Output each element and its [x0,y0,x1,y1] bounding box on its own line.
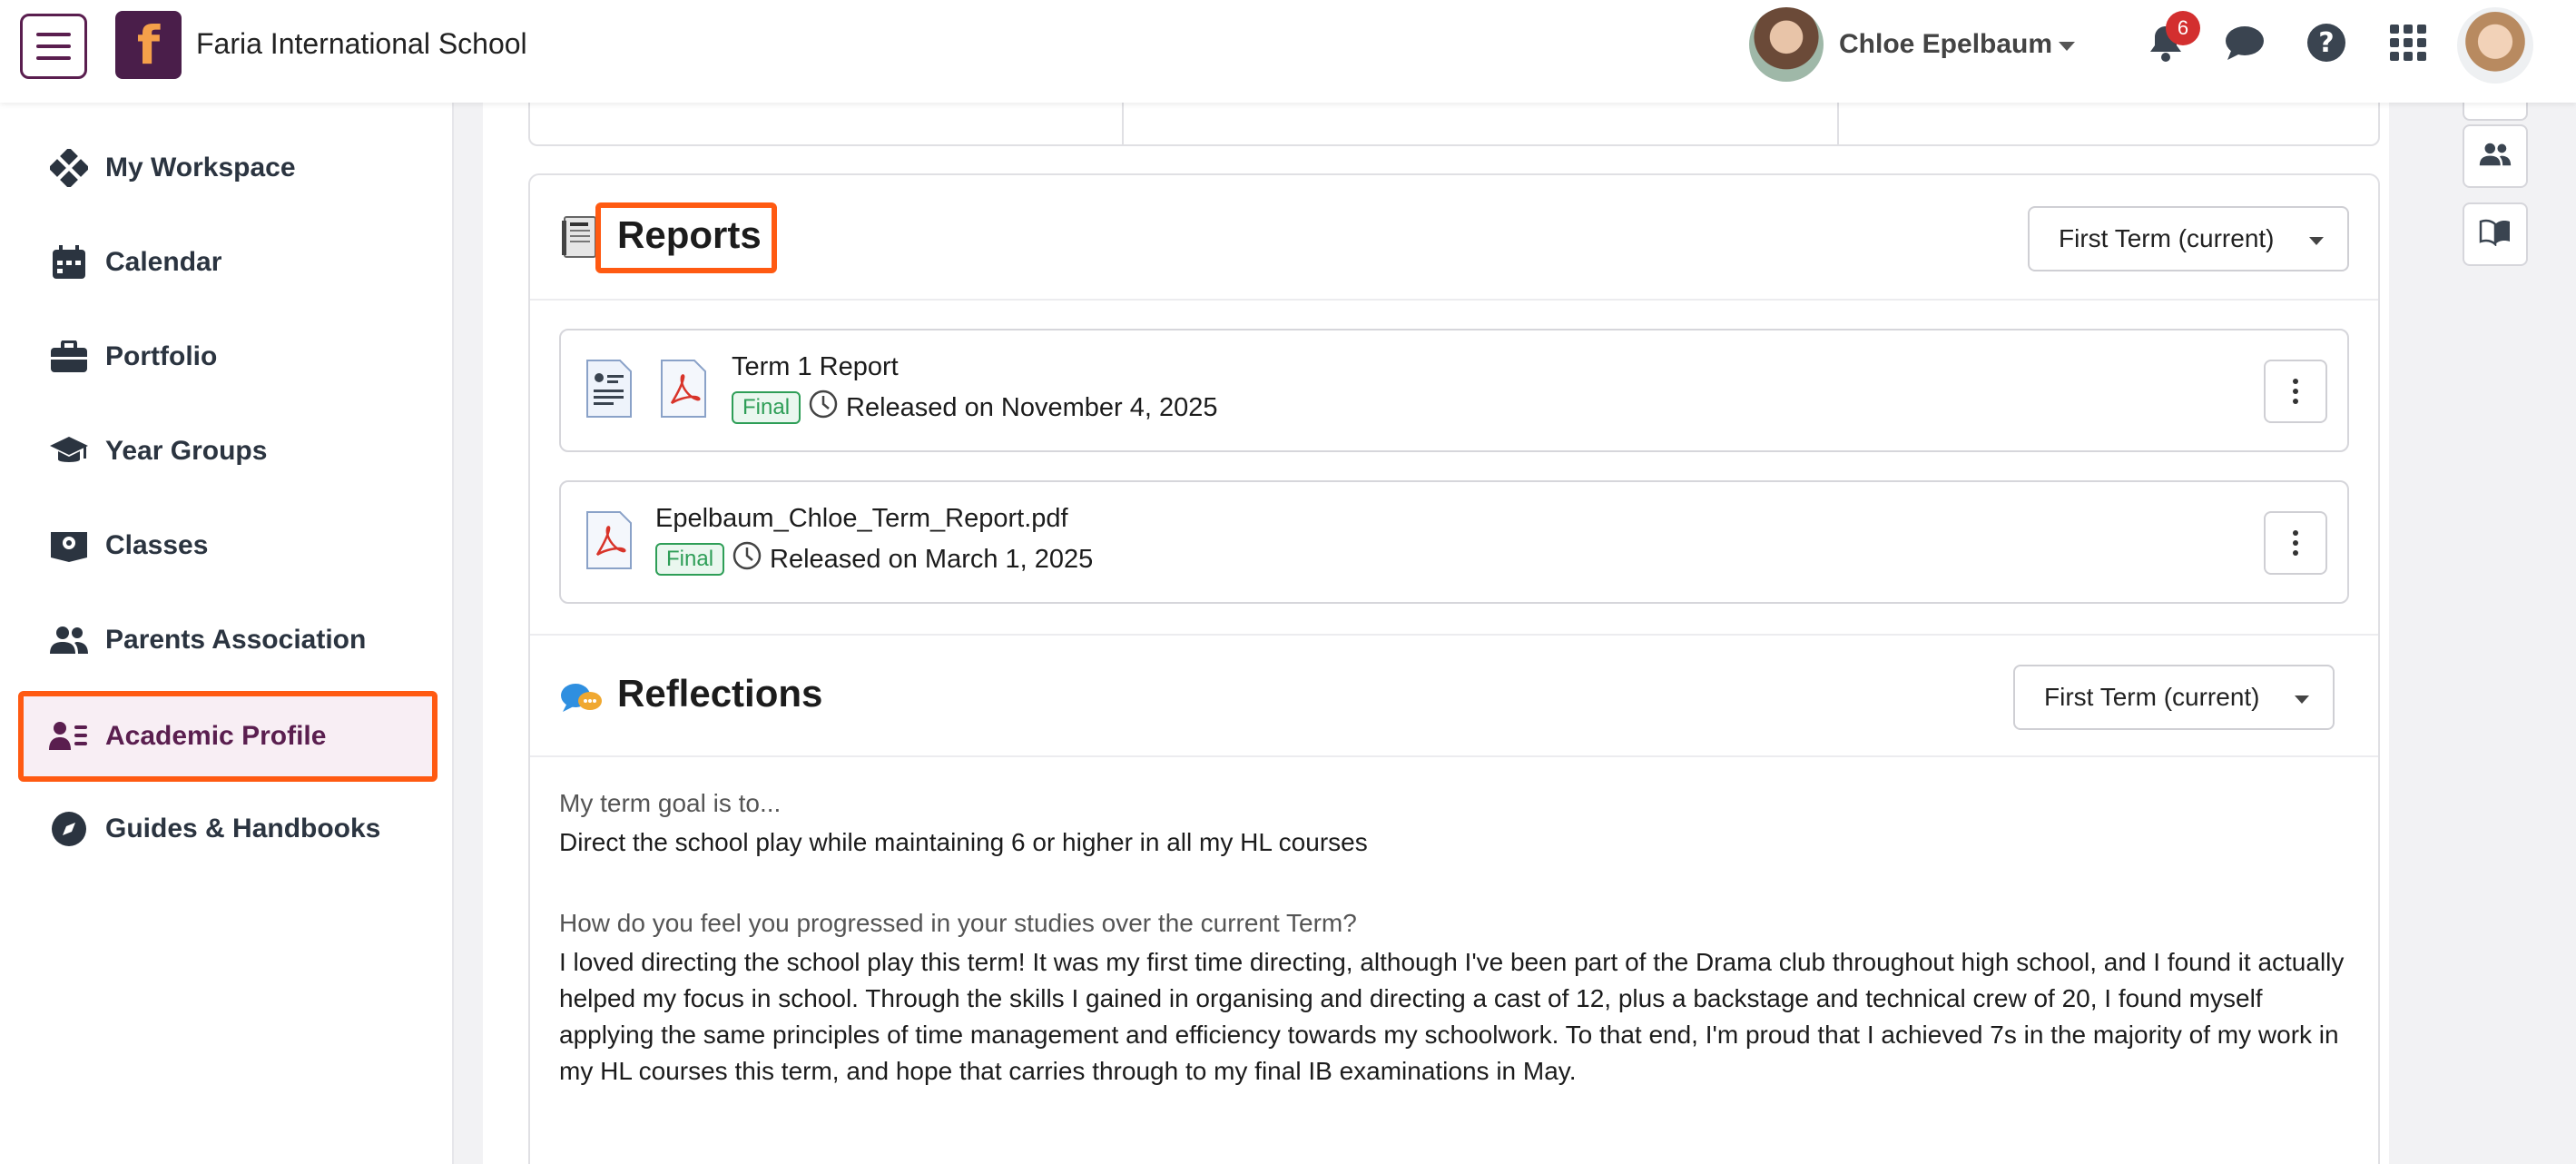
hamburger-menu-button[interactable] [20,14,87,79]
sidebar-item-academic-profile[interactable]: Academic Profile [18,691,438,782]
calendar-icon [33,244,105,281]
school-name[interactable]: Faria International School [196,27,527,61]
workspace-icon [33,149,105,187]
reports-header: Reports First Term (current) [530,175,2378,301]
reflection-answer: I loved directing the school play this t… [559,948,2345,1085]
reports-title: Reports [617,213,762,256]
document-list-icon [585,358,634,424]
pdf-icon [659,358,708,424]
user-avatar[interactable] [1749,7,1824,82]
reflection-question: How do you feel you progressed in your s… [559,909,1357,937]
apps-grid-icon[interactable] [2385,20,2431,65]
reflection-question: My term goal is to... [559,789,782,817]
clock-icon [808,389,839,427]
clock-icon [732,540,762,578]
reports-term-select-value: First Term (current) [2059,224,2275,252]
sidebar-item-label: Portfolio [105,341,218,371]
menu-line [36,44,71,48]
book-open-icon [2479,219,2512,251]
profile-avatar[interactable] [2457,7,2533,84]
chevron-down-icon[interactable] [2059,42,2075,51]
sidebar-item-label: My Workspace [105,153,296,182]
svg-text:?: ? [2318,27,2334,59]
status-badge: Final [732,391,801,424]
help-icon[interactable]: ? [2304,20,2349,65]
reflections-term-select-value: First Term (current) [2044,683,2260,711]
release-date: Released on March 1, 2025 [770,544,1094,574]
reflections-title: Reflections [617,672,823,715]
sidebar-item-year-groups[interactable]: Year Groups [22,410,436,492]
menu-line [36,56,71,60]
sidebar-item-label: Calendar [105,247,222,277]
report-options-button[interactable] [2264,511,2327,575]
report-meta: Final Released on March 1, 2025 [655,540,1093,578]
briefcase-icon [33,340,105,373]
sidebar-item-portfolio[interactable]: Portfolio [22,316,436,398]
sidebar-item-label: Parents Association [105,625,367,655]
notification-badge: 6 [2166,11,2200,45]
sidebar-item-my-workspace[interactable]: My Workspace [22,127,436,209]
classes-icon [33,528,105,563]
report-name[interactable]: Epelbaum_Chloe_Term_Report.pdf [655,504,1068,534]
menu-line [36,33,71,36]
sidebar-item-calendar[interactable]: Calendar [22,222,436,303]
sidebar-item-classes[interactable]: Classes [22,505,436,587]
people-icon [33,625,105,656]
reflections-term-select[interactable]: First Term (current) [2013,665,2335,730]
reports-term-select[interactable]: First Term (current) [2028,206,2349,271]
sidebar-item-label: Year Groups [105,436,268,466]
compass-icon [33,811,105,847]
pdf-icon [585,509,634,576]
main-content: Reports First Term (current) Term 1 Repo… [483,103,2389,1164]
sidebar: My Workspace Calendar Portfolio Year Gro… [0,103,454,1164]
report-row[interactable]: Epelbaum_Chloe_Term_Report.pdf Final Rel… [559,480,2349,604]
sidebar-item-guides-handbooks[interactable]: Guides & Handbooks [22,788,436,870]
sidebar-item-label: Guides & Handbooks [105,814,381,843]
kebab-dot [2293,399,2298,404]
report-name[interactable]: Term 1 Report [732,352,899,382]
status-badge: Final [655,543,725,576]
divider [1837,103,1839,146]
right-rail [2419,84,2576,1164]
sidebar-item-label: Academic Profile [105,721,327,751]
divider [1122,103,1124,146]
report-row[interactable]: Term 1 Report Final Released on November… [559,329,2349,452]
sidebar-item-label: Classes [105,530,209,560]
report-meta: Final Released on November 4, 2025 [732,389,1218,427]
reflection-answer: Direct the school play while maintaining… [559,828,1368,856]
top-bar: f Faria International School Chloe Epelb… [0,0,2576,103]
kebab-dot [2293,379,2298,384]
report-card-icon [561,215,599,263]
speech-bubbles-icon [559,681,605,722]
sidebar-item-parents-association[interactable]: Parents Association [22,599,436,681]
people-icon [2479,142,2512,172]
kebab-dot [2293,550,2298,556]
rail-book-button[interactable] [2463,202,2528,266]
summary-card [528,103,2380,146]
graduation-cap-icon [33,435,105,468]
chat-icon[interactable] [2222,20,2267,65]
chevron-down-icon [2295,695,2309,704]
kebab-dot [2293,530,2298,536]
release-date: Released on November 4, 2025 [846,392,1218,422]
school-logo[interactable]: f [115,11,182,79]
profile-list-icon [33,720,105,753]
chevron-down-icon [2309,237,2324,245]
report-options-button[interactable] [2264,360,2327,423]
reflections-header: Reflections First Term (current) [530,634,2378,757]
rail-people-button[interactable] [2463,124,2528,188]
user-name[interactable]: Chloe Epelbaum [1839,29,2052,60]
kebab-dot [2293,540,2298,546]
academic-profile-panel: Reports First Term (current) Term 1 Repo… [528,173,2380,1164]
kebab-dot [2293,389,2298,394]
